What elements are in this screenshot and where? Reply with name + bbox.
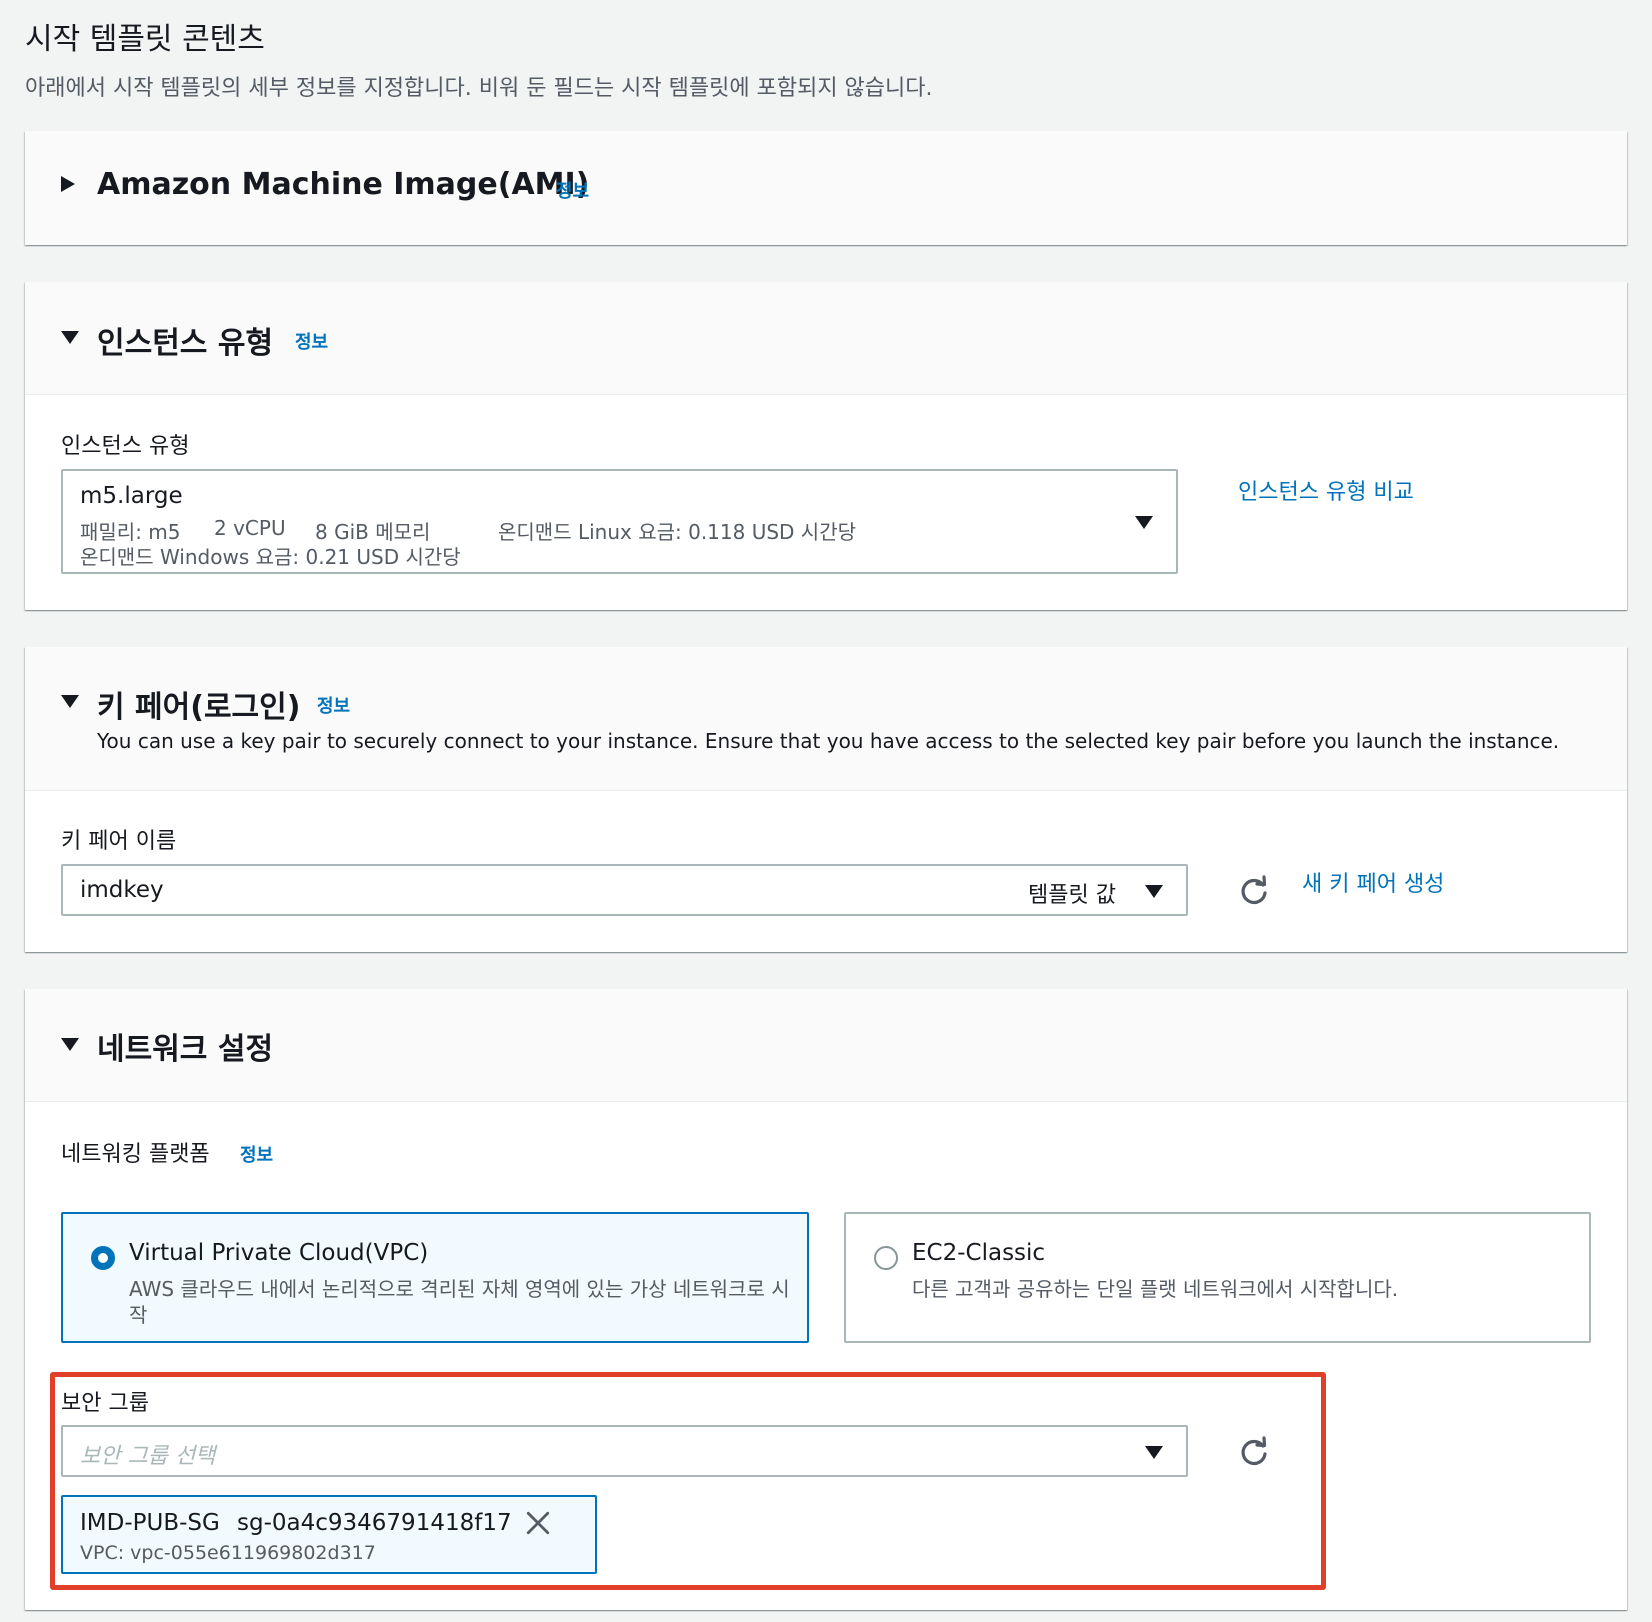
instance-linux-price: 온디맨드 Linux 요금: 0.118 USD 시간당 <box>498 520 857 544</box>
ec2-classic-option-desc: 다른 고객과 공유하는 단일 플랫 네트워크에서 시작합니다. <box>912 1277 1399 1301</box>
instance-type-value: m5.large <box>80 483 183 509</box>
key-pair-info-link[interactable]: 정보 <box>317 692 350 718</box>
page-title: 시작 템플릿 콘텐츠 <box>25 22 265 57</box>
dropdown-arrow-icon <box>1145 885 1163 898</box>
caret-right-icon[interactable] <box>61 176 75 192</box>
security-group-placeholder: 보안 그룹 선택 <box>80 1444 216 1469</box>
page-description: 아래에서 시작 템플릿의 세부 정보를 지정합니다. 비워 둔 필드는 시작 템… <box>25 76 933 101</box>
instance-type-title[interactable]: 인스턴스 유형 <box>97 318 273 362</box>
ami-title[interactable]: Amazon Machine Image(AMI) <box>97 167 589 202</box>
security-group-select[interactable]: 보안 그룹 선택 <box>61 1425 1188 1477</box>
ami-panel: Amazon Machine Image(AMI) 정보 <box>25 131 1627 245</box>
instance-type-panel-header[interactable]: 인스턴스 유형 정보 <box>25 282 1627 395</box>
key-pair-panel-header[interactable]: 키 페어(로그인) 정보 You can use a key pair to s… <box>25 647 1627 791</box>
vpc-option-desc-line2: 작 <box>129 1303 148 1327</box>
ami-panel-header[interactable]: Amazon Machine Image(AMI) 정보 <box>25 131 1627 245</box>
key-pair-panel: 키 페어(로그인) 정보 You can use a key pair to s… <box>25 647 1627 952</box>
radio-unselected-icon[interactable] <box>874 1246 898 1270</box>
compare-instance-types-link[interactable]: 인스턴스 유형 비교 <box>1238 474 1414 506</box>
refresh-icon[interactable] <box>1238 1436 1270 1468</box>
key-pair-select[interactable]: imdkey 템플릿 값 <box>61 864 1188 916</box>
security-group-id: sg-0a4c9346791418f17 <box>237 1510 512 1536</box>
caret-down-icon[interactable] <box>61 1038 79 1051</box>
vpc-option-card[interactable]: Virtual Private Cloud(VPC) AWS 클라우드 내에서 … <box>61 1212 809 1343</box>
caret-down-icon[interactable] <box>61 695 79 708</box>
refresh-icon[interactable] <box>1238 875 1270 907</box>
security-group-name: IMD-PUB-SG <box>80 1510 220 1536</box>
security-group-vpc: VPC: vpc-055e611969802d317 <box>80 1542 376 1564</box>
vpc-option-desc-line1: AWS 클라우드 내에서 논리적으로 격리된 자체 영역에 있는 가상 네트워크… <box>129 1277 790 1301</box>
key-pair-description: You can use a key pair to securely conne… <box>97 729 1560 753</box>
ec2-classic-option-card[interactable]: EC2-Classic 다른 고객과 공유하는 단일 플랫 네트워크에서 시작합… <box>844 1212 1591 1343</box>
network-title[interactable]: 네트워크 설정 <box>97 1024 273 1068</box>
dropdown-arrow-icon <box>1145 1446 1163 1459</box>
close-icon[interactable] <box>525 1510 551 1536</box>
instance-type-info-link[interactable]: 정보 <box>295 328 328 354</box>
instance-type-panel: 인스턴스 유형 정보 인스턴스 유형 m5.large 패밀리: m5 2 vC… <box>25 282 1627 610</box>
ami-info-link[interactable]: 정보 <box>556 177 589 203</box>
security-group-token: IMD-PUB-SG sg-0a4c9346791418f17 VPC: vpc… <box>61 1495 597 1574</box>
key-pair-value: imdkey <box>80 877 164 903</box>
vpc-option-title: Virtual Private Cloud(VPC) <box>129 1240 429 1266</box>
security-group-label: 보안 그룹 <box>61 1391 149 1416</box>
instance-type-select[interactable]: m5.large 패밀리: m5 2 vCPU 8 GiB 메모리 온디맨드 L… <box>61 469 1178 574</box>
ec2-classic-option-title: EC2-Classic <box>912 1240 1046 1266</box>
networking-platform-label: 네트워킹 플랫폼 <box>61 1142 210 1167</box>
network-panel-header[interactable]: 네트워크 설정 <box>25 989 1627 1102</box>
caret-down-icon[interactable] <box>61 331 79 344</box>
instance-vcpu: 2 vCPU <box>214 516 286 540</box>
key-pair-name-label: 키 페어 이름 <box>61 829 177 854</box>
instance-type-label: 인스턴스 유형 <box>61 434 190 459</box>
radio-selected-icon[interactable] <box>91 1246 115 1270</box>
dropdown-arrow-icon <box>1135 516 1153 529</box>
key-pair-title[interactable]: 키 페어(로그인) <box>97 682 300 726</box>
networking-platform-info-link[interactable]: 정보 <box>240 1141 273 1167</box>
create-key-pair-link[interactable]: 새 키 페어 생성 <box>1302 866 1444 898</box>
template-value-tag: 템플릿 값 <box>1028 883 1116 908</box>
instance-windows-price: 온디맨드 Windows 요금: 0.21 USD 시간당 <box>80 545 461 569</box>
network-settings-panel: 네트워크 설정 네트워킹 플랫폼 정보 Virtual Private Clou… <box>25 989 1627 1610</box>
